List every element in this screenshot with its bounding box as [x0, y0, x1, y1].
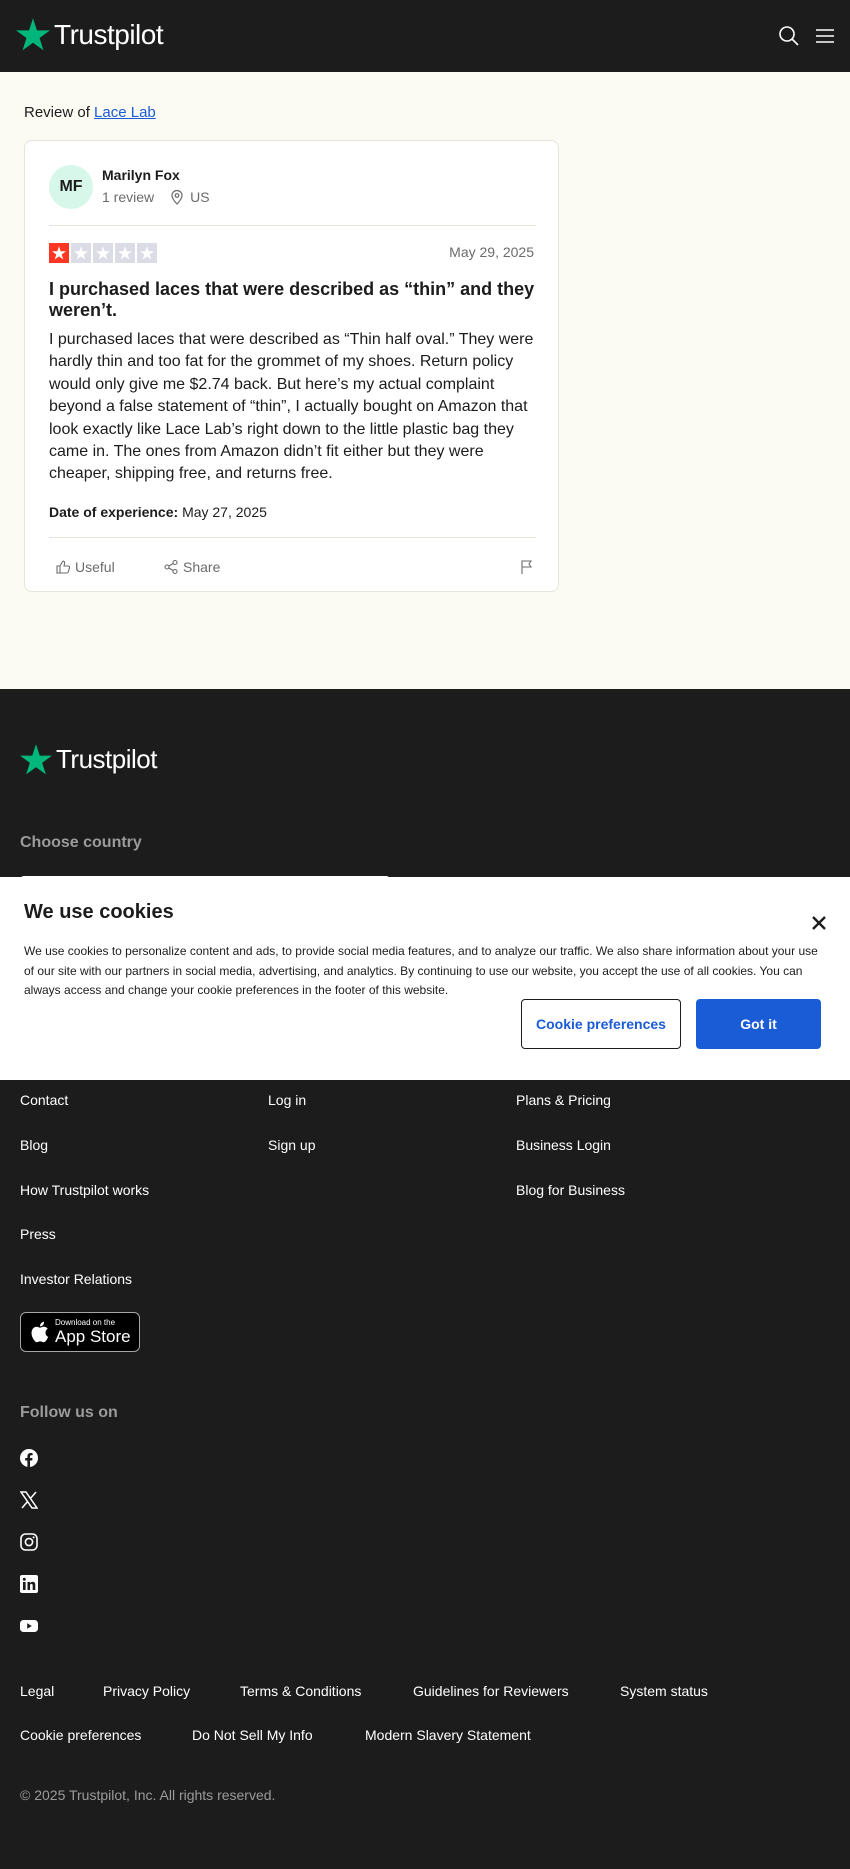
- date-of-experience-value: May 27, 2025: [182, 504, 267, 520]
- legal-link-system-status[interactable]: System status: [620, 1683, 708, 1699]
- share-icon: [164, 559, 178, 575]
- logo-wordmark: Trustpilot: [54, 18, 164, 50]
- footer-link-log-in[interactable]: Log in: [268, 1092, 306, 1108]
- instagram-icon[interactable]: [20, 1533, 38, 1551]
- cookie-banner: We use cookies We use cookies to persona…: [0, 877, 850, 1080]
- footer-link-plans-pricing[interactable]: Plans & Pricing: [516, 1092, 611, 1108]
- location-pin-icon: [171, 189, 183, 205]
- avatar[interactable]: MF: [49, 165, 93, 209]
- share-button[interactable]: Share: [163, 555, 220, 579]
- review-title[interactable]: I purchased laces that were described as…: [49, 279, 536, 321]
- logo-wordmark: Trustpilot: [56, 744, 157, 774]
- thumbs-up-icon: [56, 560, 71, 574]
- star-filled-icon: [49, 243, 69, 263]
- review-count: 1 review: [102, 189, 155, 205]
- apple-icon: [31, 1321, 49, 1343]
- reviewer-name[interactable]: Marilyn Fox: [102, 167, 180, 183]
- legal-link-cookie-preferences[interactable]: Cookie preferences: [20, 1727, 141, 1743]
- follow-us-heading: Follow us on: [20, 1404, 118, 1421]
- app-store-small-label: Download on the: [55, 1318, 116, 1327]
- date-of-experience: Date of experience: May 27, 2025: [49, 504, 267, 520]
- review-of-heading: Review of Lace Lab: [24, 104, 156, 121]
- facebook-icon[interactable]: [20, 1449, 38, 1467]
- cookie-banner-text: We use cookies to personalize content an…: [24, 944, 818, 997]
- legal-link-legal[interactable]: Legal: [20, 1683, 54, 1699]
- footer-link-investor-relations[interactable]: Investor Relations: [20, 1271, 132, 1287]
- copyright: © 2025 Trustpilot, Inc. All rights reser…: [20, 1787, 276, 1803]
- legal-link-do-not-sell[interactable]: Do Not Sell My Info: [192, 1727, 313, 1743]
- cookie-preferences-button[interactable]: Cookie preferences: [521, 999, 681, 1049]
- site-header: Trustpilot: [0, 0, 850, 72]
- company-link[interactable]: Lace Lab: [94, 104, 156, 121]
- review-actions: Useful Share: [49, 555, 536, 579]
- got-it-button[interactable]: Got it: [696, 999, 821, 1049]
- footer-trustpilot-logo[interactable]: Trustpilot: [20, 744, 157, 775]
- useful-button[interactable]: Useful: [55, 555, 115, 579]
- legal-link-modern-slavery[interactable]: Modern Slavery Statement: [365, 1727, 531, 1743]
- useful-label: Useful: [75, 559, 115, 575]
- footer-link-sign-up[interactable]: Sign up: [268, 1137, 315, 1153]
- legal-link-guidelines[interactable]: Guidelines for Reviewers: [413, 1683, 569, 1699]
- footer-link-contact[interactable]: Contact: [20, 1092, 68, 1108]
- divider: [49, 537, 536, 538]
- legal-link-terms[interactable]: Terms & Conditions: [240, 1683, 361, 1699]
- menu-icon[interactable]: [813, 24, 837, 48]
- app-store-badge[interactable]: Download on the App Store: [20, 1312, 140, 1352]
- review-card: MF Marilyn Fox 1 review US May 29, 2025 …: [24, 140, 559, 592]
- footer-link-how-trustpilot-works[interactable]: How Trustpilot works: [20, 1182, 149, 1198]
- star-empty-icon: [71, 243, 91, 263]
- footer-link-blog-for-business[interactable]: Blog for Business: [516, 1182, 625, 1198]
- reviewer-country: US: [190, 189, 210, 205]
- star-rating: [49, 243, 157, 263]
- share-label: Share: [183, 559, 221, 575]
- divider: [49, 225, 536, 226]
- review-of-prefix: Review of: [24, 104, 90, 121]
- app-store-big-label: App Store: [55, 1327, 131, 1346]
- star-logo-icon: [16, 18, 50, 51]
- choose-country-heading: Choose country: [20, 834, 142, 851]
- date-of-experience-label: Date of experience:: [49, 504, 179, 520]
- legal-link-privacy-policy[interactable]: Privacy Policy: [103, 1683, 190, 1699]
- flag-icon[interactable]: [519, 555, 535, 579]
- star-logo-icon: [20, 744, 52, 775]
- reviewer-location: US: [170, 189, 210, 205]
- search-icon[interactable]: [777, 24, 801, 48]
- x-icon[interactable]: [20, 1491, 38, 1509]
- cookie-banner-title: We use cookies: [24, 901, 174, 923]
- app-store-text: Download on the App Store: [55, 1318, 131, 1346]
- reviewer-meta: 1 review US: [102, 189, 210, 205]
- review-date: May 29, 2025: [449, 244, 534, 260]
- footer-link-blog[interactable]: Blog: [20, 1137, 48, 1153]
- star-empty-icon: [115, 243, 135, 263]
- close-icon[interactable]: [812, 916, 826, 930]
- star-empty-icon: [137, 243, 157, 263]
- trustpilot-logo[interactable]: Trustpilot: [16, 18, 164, 51]
- linkedin-icon[interactable]: [20, 1575, 38, 1593]
- youtube-icon[interactable]: [20, 1617, 38, 1635]
- star-empty-icon: [93, 243, 113, 263]
- footer-link-press[interactable]: Press: [20, 1226, 56, 1242]
- footer-link-business-login[interactable]: Business Login: [516, 1137, 611, 1153]
- review-body: I purchased laces that were described as…: [49, 331, 534, 483]
